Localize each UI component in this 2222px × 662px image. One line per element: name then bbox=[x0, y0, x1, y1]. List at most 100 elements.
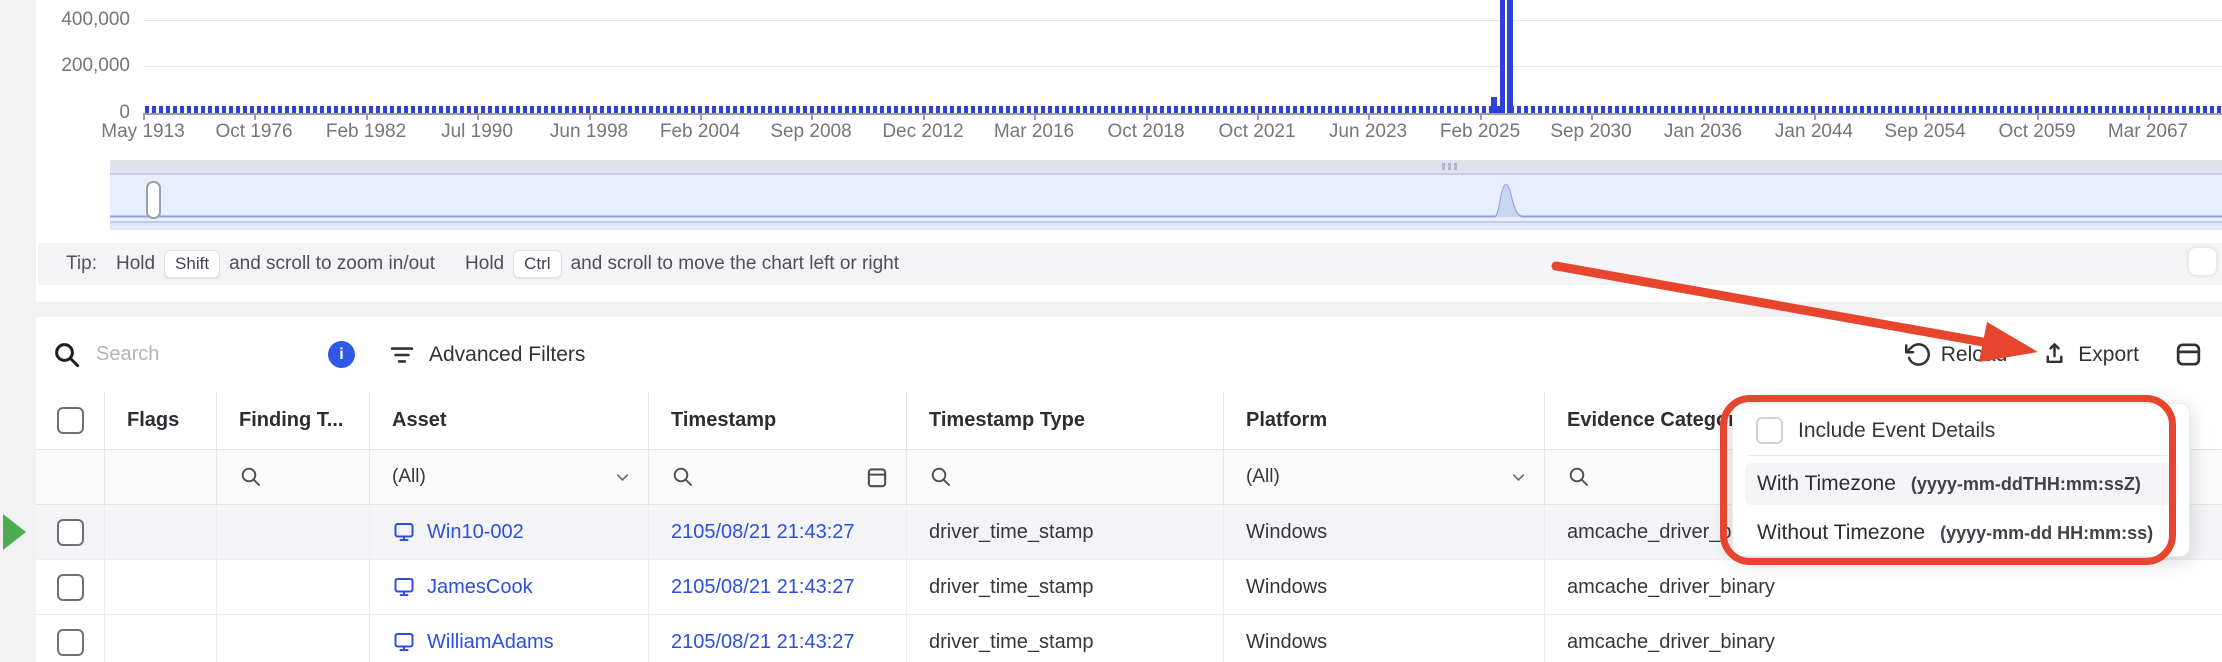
finding-type-cell bbox=[217, 505, 370, 559]
timestamp-cell[interactable]: 2105/08/21 21:43:27 bbox=[649, 505, 907, 559]
evidence-category-value: amcache_driver_binary bbox=[1567, 576, 1775, 599]
evidence-category-cell: amcache_driver_binary bbox=[1545, 560, 2222, 614]
asset-cell[interactable]: WilliamAdams bbox=[370, 615, 649, 662]
row-checkbox[interactable] bbox=[57, 574, 84, 601]
reload-button[interactable]: Reload bbox=[1904, 341, 2008, 368]
row-select-cell bbox=[36, 615, 105, 662]
x-axis-tick bbox=[2037, 113, 2039, 120]
row-checkbox[interactable] bbox=[57, 519, 84, 546]
timeline-histogram[interactable]: 400,000 200,000 0 bbox=[36, 0, 2222, 160]
x-axis-label: Oct 2018 bbox=[1107, 121, 1184, 143]
tip-text: Hold bbox=[465, 253, 504, 275]
timeline-range-brush[interactable] bbox=[110, 173, 2222, 223]
x-axis-tick bbox=[1034, 113, 1036, 120]
tip-text: Hold bbox=[116, 253, 155, 275]
include-event-details-checkbox[interactable] bbox=[1756, 417, 1783, 444]
platform-filter-value: (All) bbox=[1246, 466, 1280, 488]
flags-cell bbox=[105, 615, 217, 662]
asset-filter-value: (All) bbox=[392, 466, 426, 488]
x-axis-label: Jun 2023 bbox=[1329, 121, 1407, 143]
tipbar-checkbox[interactable] bbox=[2189, 248, 2216, 275]
scrollbar-grip-icon[interactable] bbox=[1442, 163, 1460, 170]
timestamp-link[interactable]: 2105/08/21 21:43:27 bbox=[671, 631, 855, 654]
table-row[interactable]: JamesCook 2105/08/21 21:43:27 driver_tim… bbox=[36, 560, 2222, 615]
x-axis-label: Sep 2030 bbox=[1550, 121, 1631, 143]
ctrl-key-badge: Ctrl bbox=[513, 250, 561, 278]
timestamp-cell[interactable]: 2105/08/21 21:43:27 bbox=[649, 615, 907, 662]
histogram-spike-bar bbox=[1500, 0, 1513, 113]
layout-panel-icon bbox=[2173, 339, 2204, 370]
export-without-timezone-option[interactable]: Without Timezone (yyyy-mm-dd HH:mm:ss) bbox=[1745, 512, 2177, 554]
column-header-asset[interactable]: Asset bbox=[370, 392, 649, 449]
table-row[interactable]: WilliamAdams 2105/08/21 21:43:27 driver_… bbox=[36, 615, 2222, 662]
search-input[interactable] bbox=[96, 343, 246, 366]
calendar-icon[interactable] bbox=[864, 464, 890, 490]
asset-link[interactable]: JamesCook bbox=[427, 576, 533, 599]
x-axis-label: Feb 2004 bbox=[660, 121, 740, 143]
option-label: Without Timezone bbox=[1757, 521, 1925, 545]
export-button[interactable]: Export bbox=[2041, 341, 2139, 368]
histogram-baseline-bars bbox=[145, 106, 2222, 113]
search-icon bbox=[929, 465, 953, 489]
filter-cell-timestamp[interactable] bbox=[649, 450, 907, 504]
column-header-flags[interactable]: Flags bbox=[105, 392, 217, 449]
x-axis-label: Jan 2036 bbox=[1664, 121, 1742, 143]
timestamp-type-value: driver_time_stamp bbox=[929, 631, 1094, 654]
timestamp-link[interactable]: 2105/08/21 21:43:27 bbox=[671, 576, 855, 599]
timestamp-link[interactable]: 2105/08/21 21:43:27 bbox=[671, 521, 855, 544]
x-axis-tick bbox=[1591, 113, 1593, 120]
evidence-category-cell: amcache_driver_binary bbox=[1545, 615, 2222, 662]
include-event-details-option[interactable]: Include Event Details bbox=[1733, 404, 2189, 455]
x-axis-label: Jul 1990 bbox=[441, 121, 513, 143]
asset-cell[interactable]: Win10-002 bbox=[370, 505, 649, 559]
filter-cell-finding-type[interactable] bbox=[217, 450, 370, 504]
column-header-timestamp-type[interactable]: Timestamp Type bbox=[907, 392, 1224, 449]
table-toolbar: i Advanced Filters Reload bbox=[36, 317, 2222, 392]
x-axis-tick bbox=[1925, 113, 1927, 120]
tip-text: and scroll to move the chart left or rig… bbox=[571, 253, 899, 275]
tip-bar: Tip: Hold Shift and scroll to zoom in/ou… bbox=[38, 243, 2222, 285]
column-header-finding-type[interactable]: Finding T... bbox=[217, 392, 370, 449]
column-header-timestamp[interactable]: Timestamp bbox=[649, 392, 907, 449]
brush-left-handle[interactable] bbox=[146, 181, 161, 219]
chart-scrollbar[interactable] bbox=[110, 160, 2222, 173]
export-label: Export bbox=[2078, 343, 2139, 367]
app-screen: 400,000 200,000 0 bbox=[0, 0, 2222, 662]
timestamp-type-value: driver_time_stamp bbox=[929, 576, 1094, 599]
info-icon[interactable]: i bbox=[328, 341, 355, 368]
tip-text: and scroll to zoom in/out bbox=[229, 253, 435, 275]
y-axis-label: 400,000 bbox=[36, 9, 130, 31]
column-header-platform[interactable]: Platform bbox=[1224, 392, 1545, 449]
flags-cell bbox=[105, 560, 217, 614]
x-axis-label: Oct 1976 bbox=[215, 121, 292, 143]
gridline-200k bbox=[143, 66, 2222, 67]
current-row-marker-icon bbox=[3, 514, 26, 550]
layout-columns-button[interactable] bbox=[2173, 339, 2204, 370]
monitor-icon bbox=[392, 630, 416, 654]
platform-value: Windows bbox=[1246, 576, 1327, 599]
x-axis-tick bbox=[1146, 113, 1148, 120]
row-checkbox[interactable] bbox=[57, 629, 84, 656]
platform-cell: Windows bbox=[1224, 505, 1545, 559]
timestamp-cell[interactable]: 2105/08/21 21:43:27 bbox=[649, 560, 907, 614]
upload-icon bbox=[2041, 341, 2068, 368]
x-axis-label: Feb 2025 bbox=[1440, 121, 1520, 143]
timestamp-type-value: driver_time_stamp bbox=[929, 521, 1094, 544]
asset-link[interactable]: Win10-002 bbox=[427, 521, 524, 544]
asset-link[interactable]: WilliamAdams bbox=[427, 631, 554, 654]
reload-label: Reload bbox=[1941, 343, 2008, 367]
filter-cell-asset[interactable]: (All) bbox=[370, 450, 649, 504]
x-axis-label: Dec 2012 bbox=[882, 121, 963, 143]
asset-cell[interactable]: JamesCook bbox=[370, 560, 649, 614]
x-axis-label: Sep 2054 bbox=[1884, 121, 1965, 143]
select-all-checkbox[interactable] bbox=[57, 407, 84, 434]
filter-cell-timestamp-type[interactable] bbox=[907, 450, 1224, 504]
y-axis-label: 200,000 bbox=[36, 55, 130, 77]
row-select-cell bbox=[36, 505, 105, 559]
x-axis-label: Feb 1982 bbox=[326, 121, 406, 143]
x-axis-tick bbox=[589, 113, 591, 120]
timestamp-type-cell: driver_time_stamp bbox=[907, 505, 1224, 559]
export-with-timezone-option[interactable]: With Timezone (yyyy-mm-ddTHH:mm:ssZ) bbox=[1745, 463, 2177, 505]
filter-cell-platform[interactable]: (All) bbox=[1224, 450, 1545, 504]
advanced-filters-button[interactable]: Advanced Filters bbox=[388, 341, 585, 369]
